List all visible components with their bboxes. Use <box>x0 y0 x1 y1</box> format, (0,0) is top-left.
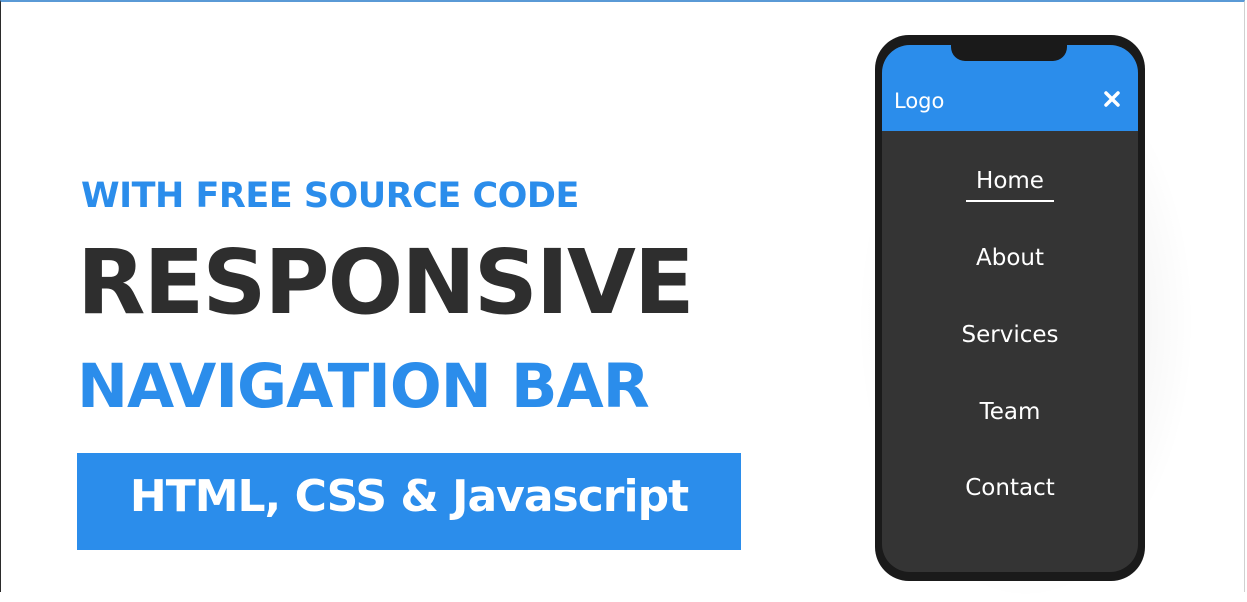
menu-item-label: Services <box>961 322 1059 348</box>
phone-screen: Logo Home About Services Team Contact <box>882 45 1138 572</box>
menu-item-home[interactable]: Home <box>882 168 1138 202</box>
menu-item-label: Home <box>966 168 1054 202</box>
menu-item-about[interactable]: About <box>882 245 1138 271</box>
menu-item-label: Contact <box>965 475 1055 501</box>
close-icon[interactable] <box>1100 87 1124 111</box>
banner-title-line2: NAVIGATION BAR <box>77 351 650 422</box>
menu-item-label: About <box>975 245 1044 271</box>
banner-title-line1: RESPONSIVE <box>77 230 695 334</box>
phone-mockup: Logo Home About Services Team Contact <box>875 35 1145 581</box>
menu-item-services[interactable]: Services <box>882 322 1138 348</box>
banner-subtitle: WITH FREE SOURCE CODE <box>81 176 579 216</box>
phone-logo[interactable]: Logo <box>894 89 944 113</box>
menu-item-contact[interactable]: Contact <box>882 475 1138 501</box>
menu-item-label: Team <box>979 399 1041 425</box>
tech-badge: HTML, CSS & Javascript <box>77 453 741 550</box>
menu-item-team[interactable]: Team <box>882 399 1138 425</box>
tech-badge-text: HTML, CSS & Javascript <box>129 471 689 522</box>
banner-frame: WITH FREE SOURCE CODE RESPONSIVE NAVIGAT… <box>0 0 1245 602</box>
phone-notch <box>951 45 1067 61</box>
